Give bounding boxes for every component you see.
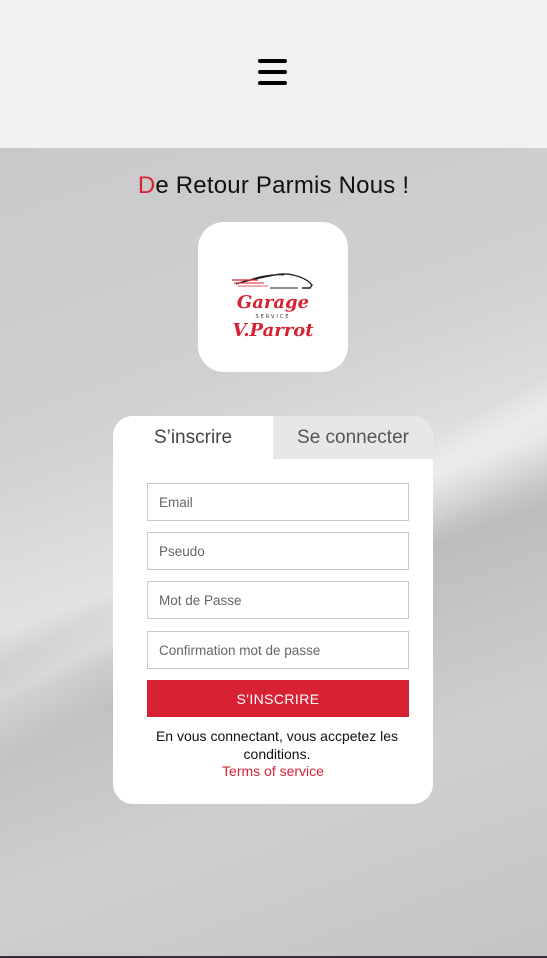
garage-logo: Garage SERVICE V.Parrot: [198, 222, 348, 372]
page-title: De Retour Parmis Nous !: [0, 172, 547, 200]
pseudo-field[interactable]: [147, 532, 409, 570]
top-header: [0, 0, 547, 148]
tab-signup[interactable]: S’inscrire: [113, 416, 273, 459]
terms-text: En vous connectant, vous accpetez les co…: [155, 728, 399, 762]
terms-of-service-link[interactable]: Terms of service: [113, 763, 433, 779]
auth-card: S’inscrire Se connecter S'INSCRIRE En vo…: [113, 416, 433, 804]
hamburger-menu-icon[interactable]: [258, 59, 287, 86]
password-field[interactable]: [147, 581, 409, 619]
logo-line3: V.Parrot: [232, 320, 314, 341]
logo-line1: Garage: [237, 292, 309, 313]
email-field[interactable]: [147, 483, 409, 521]
title-rest: e Retour Parmis Nous !: [155, 172, 410, 199]
title-first-letter: D: [137, 172, 156, 199]
menu-bar: [258, 59, 287, 63]
signup-button[interactable]: S'INSCRIRE: [147, 680, 409, 717]
car-logo-icon: Garage SERVICE V.Parrot: [232, 273, 314, 341]
menu-bar: [258, 81, 287, 85]
password-confirm-field[interactable]: [147, 631, 409, 669]
tab-login[interactable]: Se connecter: [273, 416, 433, 459]
menu-bar: [258, 70, 287, 74]
